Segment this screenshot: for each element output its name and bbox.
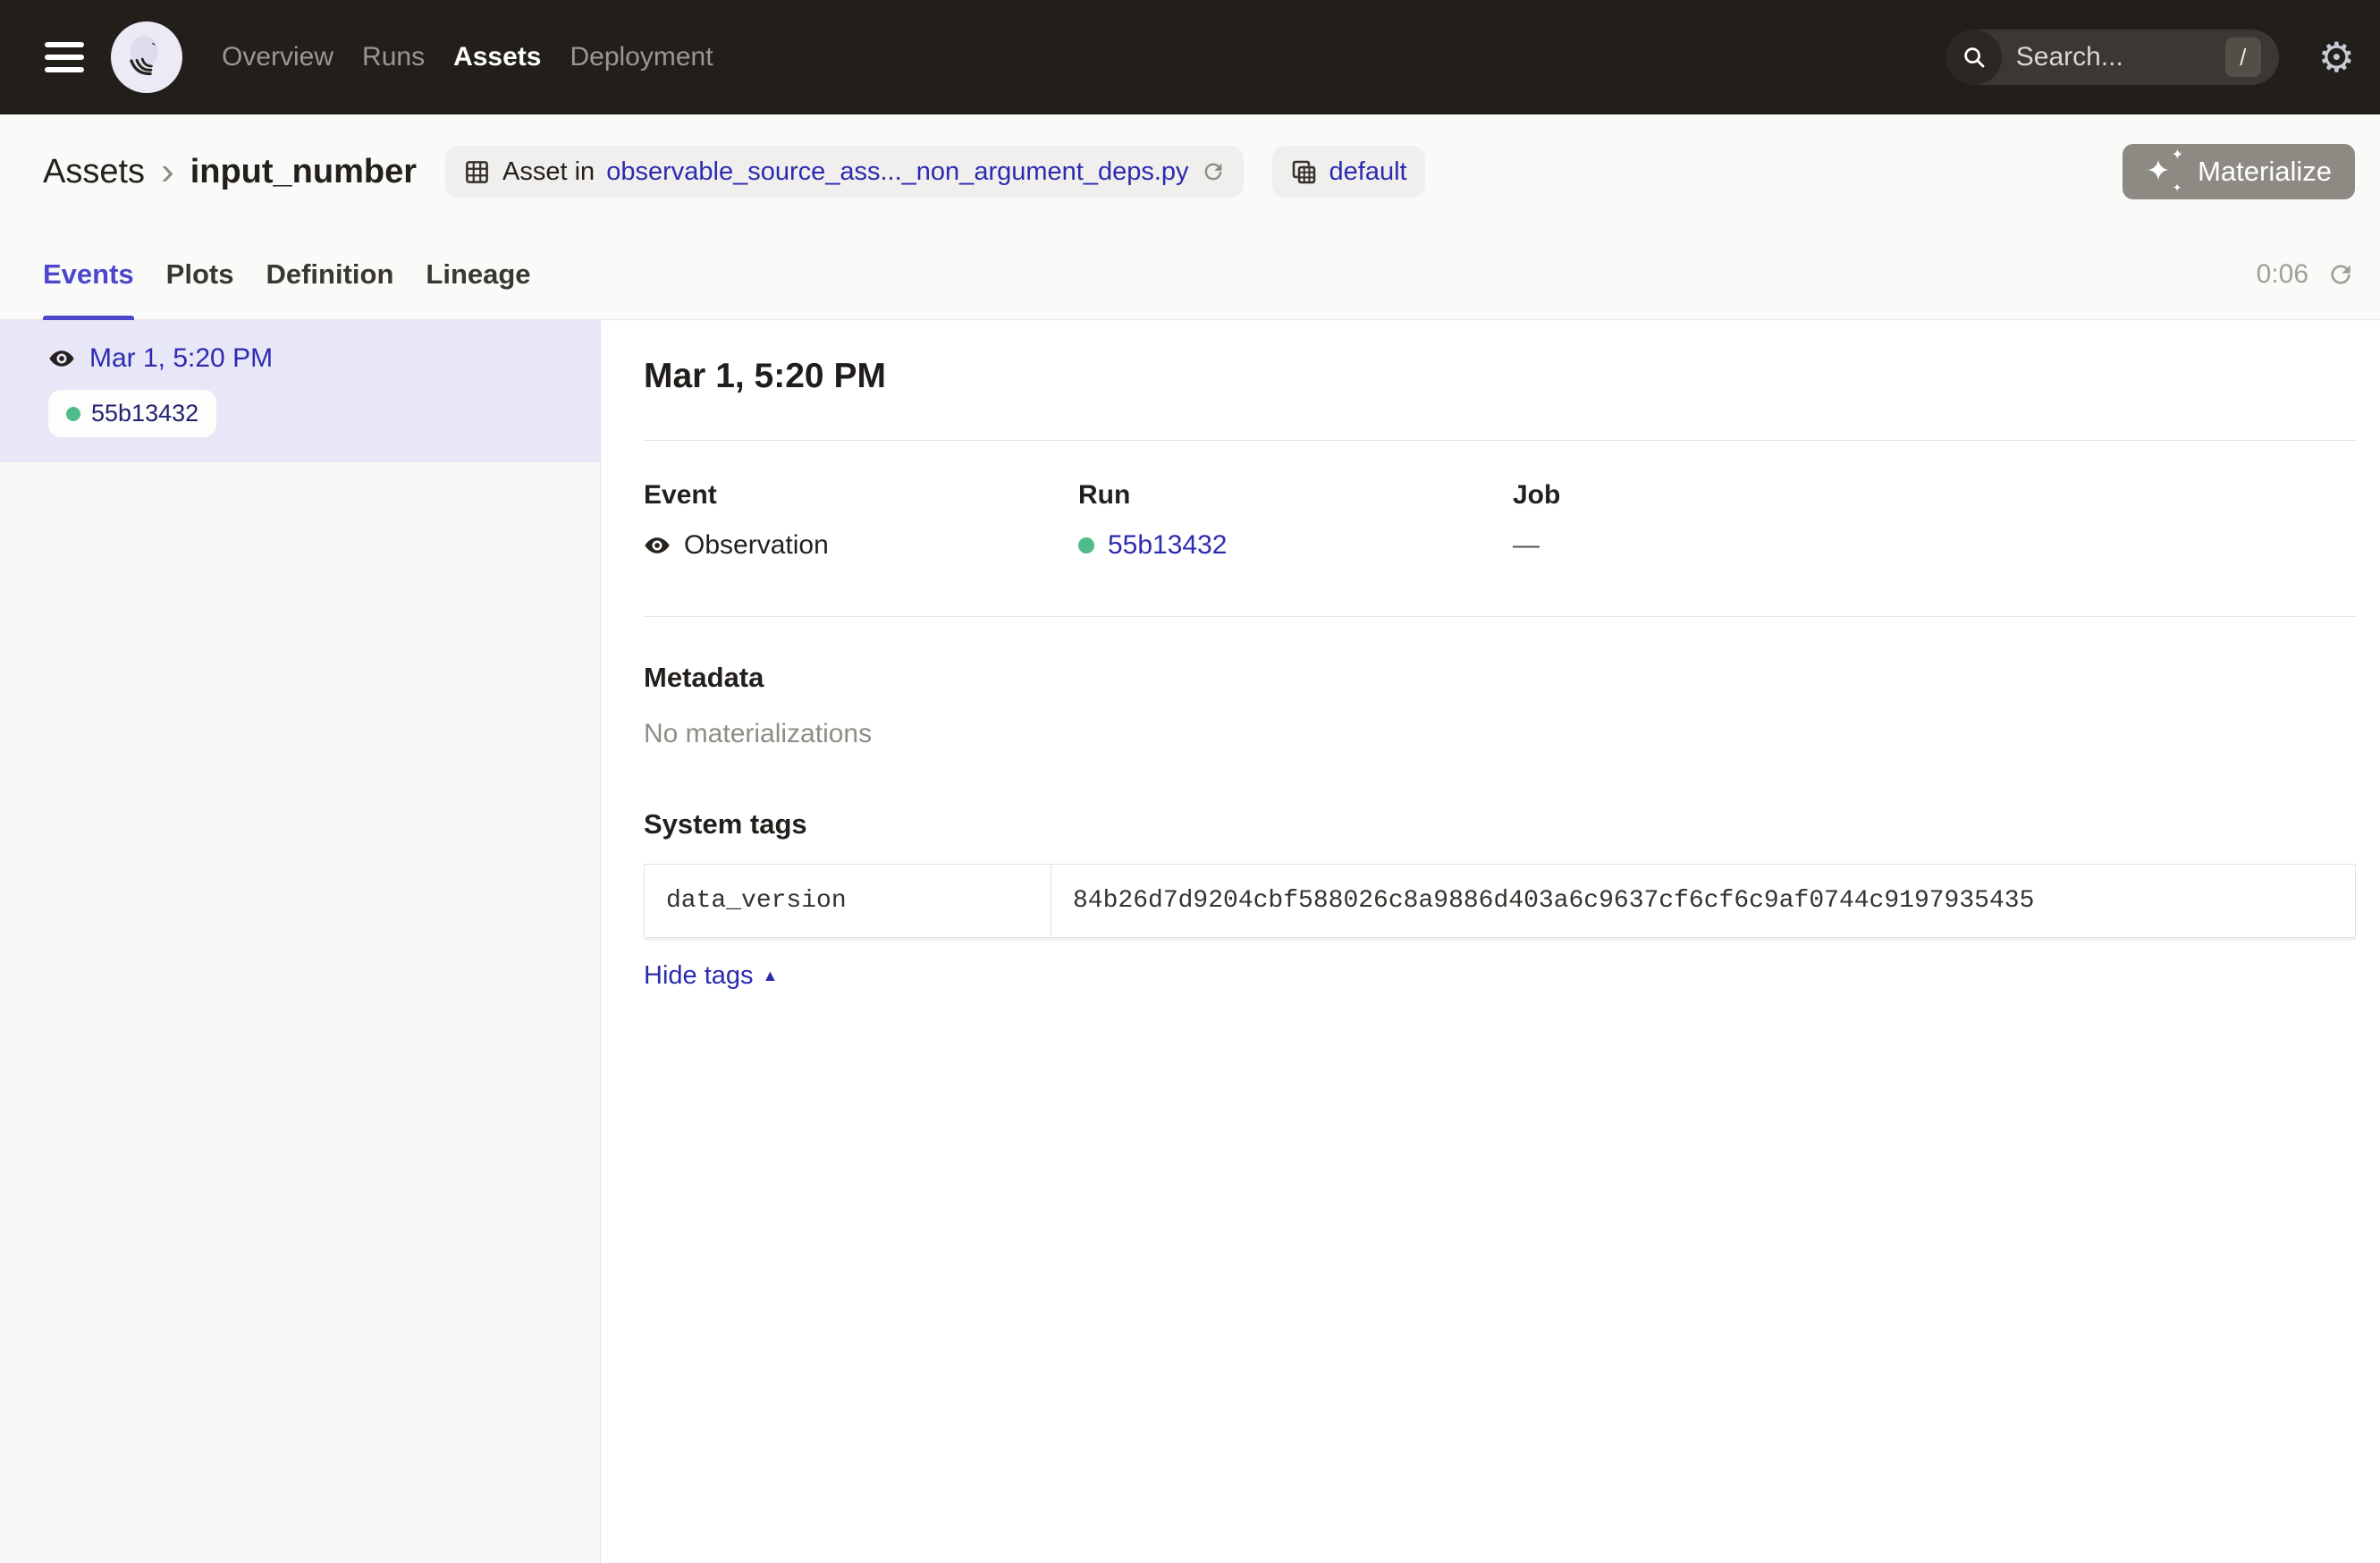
job-value: —: [1513, 530, 1540, 561]
hide-tags-link[interactable]: Hide tags ▲: [644, 961, 778, 991]
tab-plots[interactable]: Plots: [166, 229, 234, 319]
event-column: Event Observation: [644, 480, 1078, 561]
event-column-header: Event: [644, 480, 1078, 511]
content-area: Mar 1, 5:20 PM 55b13432 Mar 1, 5:20 PM E…: [0, 320, 2380, 1563]
primary-nav: Overview Runs Assets Deployment: [222, 42, 713, 72]
eye-icon: [644, 532, 671, 559]
event-summary: Event Observation Run 55b13432: [644, 480, 2356, 561]
materialize-button[interactable]: ✦✦✦ Materialize: [2123, 144, 2355, 199]
tab-lineage[interactable]: Lineage: [426, 229, 530, 319]
search-shortcut-badge: /: [2225, 38, 2261, 77]
breadcrumb-assets-link[interactable]: Assets: [43, 153, 145, 191]
run-status-dot: [1078, 537, 1094, 553]
event-detail: Mar 1, 5:20 PM Event Observation: [601, 320, 2380, 1563]
reload-definition-icon[interactable]: [1201, 159, 1226, 184]
event-timestamp: Mar 1, 5:20 PM: [89, 343, 273, 374]
top-nav: Overview Runs Assets Deployment Search..…: [0, 0, 2380, 114]
code-location-chip[interactable]: default: [1272, 146, 1425, 198]
system-tags-table: data_version 84b26d7d9204cbf588026c8a988…: [644, 864, 2356, 938]
asset-definition-chip: Asset in observable_source_ass..._non_ar…: [445, 146, 1244, 198]
run-chip[interactable]: 55b13432: [48, 390, 216, 437]
sparkle-icon: ✦✦✦: [2146, 152, 2185, 191]
asset-in-label: Asset in: [502, 157, 595, 187]
code-location-icon: [1290, 158, 1318, 186]
auto-refresh: 0:06: [2257, 259, 2355, 290]
tag-key: data_version: [645, 865, 1051, 937]
events-sidebar: Mar 1, 5:20 PM 55b13432: [0, 320, 601, 1563]
caret-up-icon: ▲: [763, 967, 779, 985]
divider: [644, 616, 2356, 617]
search-input[interactable]: Search... /: [1946, 30, 2279, 85]
hide-tags-label: Hide tags: [644, 961, 754, 991]
breadcrumb-asset-name: input_number: [190, 153, 417, 191]
job-column-header: Job: [1513, 480, 2356, 511]
nav-deployment[interactable]: Deployment: [570, 42, 713, 72]
tag-value: 84b26d7d9204cbf588026c8a9886d403a6c9637c…: [1051, 865, 2355, 937]
run-link[interactable]: 55b13432: [1108, 530, 1227, 561]
nav-assets[interactable]: Assets: [453, 42, 541, 72]
event-type: Observation: [684, 530, 829, 561]
dagster-logo[interactable]: [111, 21, 182, 93]
run-id: 55b13432: [91, 400, 198, 427]
event-title: Mar 1, 5:20 PM: [644, 356, 2356, 397]
menu-icon[interactable]: [45, 42, 84, 72]
run-status-dot: [66, 407, 80, 421]
eye-icon: [48, 345, 75, 372]
definition-file-link[interactable]: observable_source_ass..._non_argument_de…: [606, 157, 1188, 187]
search-placeholder: Search...: [2016, 42, 2123, 72]
metadata-title: Metadata: [644, 662, 2356, 694]
gear-icon[interactable]: ⚙: [2318, 37, 2355, 78]
tab-definition[interactable]: Definition: [266, 229, 393, 319]
refresh-icon[interactable]: [2326, 260, 2355, 289]
job-column: Job —: [1513, 480, 2356, 561]
octopus-icon: [120, 30, 173, 84]
refresh-countdown: 0:06: [2257, 259, 2308, 290]
chevron-right-icon: ›: [161, 152, 174, 191]
tab-events[interactable]: Events: [43, 229, 134, 319]
divider: [644, 440, 2356, 441]
materialize-label: Materialize: [2198, 156, 2332, 188]
metadata-empty-message: No materializations: [644, 719, 2356, 749]
code-location-link[interactable]: default: [1329, 157, 1407, 187]
table-icon: [463, 158, 491, 186]
search-icon: [1946, 30, 2002, 85]
dagster-app: Overview Runs Assets Deployment Search..…: [0, 0, 2380, 1563]
asset-header: Assets › input_number Asset in observabl…: [0, 114, 2380, 229]
system-tags-title: System tags: [644, 808, 2356, 841]
run-column: Run 55b13432: [1078, 480, 1513, 561]
event-list-item[interactable]: Mar 1, 5:20 PM 55b13432: [0, 320, 600, 462]
run-column-header: Run: [1078, 480, 1513, 511]
tabs-bar: Events Plots Definition Lineage 0:06: [0, 229, 2380, 320]
nav-overview[interactable]: Overview: [222, 42, 333, 72]
nav-runs[interactable]: Runs: [362, 42, 425, 72]
